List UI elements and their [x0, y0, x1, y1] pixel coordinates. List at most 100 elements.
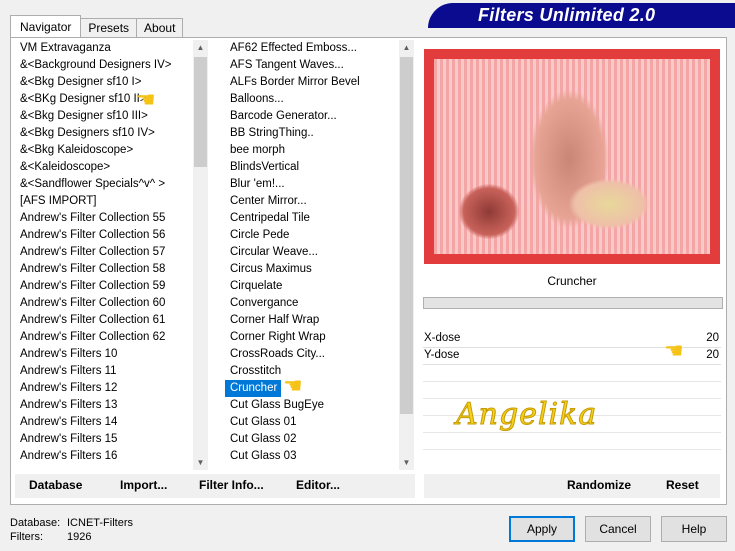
apply-button[interactable]: Apply [509, 516, 575, 542]
list-item[interactable]: Andrew's Filters 16 [15, 448, 193, 465]
list-item[interactable]: Balloons... [225, 91, 399, 108]
tab-presets[interactable]: Presets [80, 18, 138, 38]
preview-image[interactable] [424, 49, 720, 264]
randomize-button[interactable]: Randomize [567, 478, 631, 492]
list-item[interactable]: BB StringThing.. [225, 125, 399, 142]
tab-navigator[interactable]: Navigator [10, 15, 82, 38]
scroll-up-arrow-icon[interactable]: ▲ [193, 40, 208, 55]
preview-flowers [459, 184, 519, 239]
status-filters: Filters: 1926 [10, 531, 91, 543]
list-item[interactable]: Cut Glass 03 [225, 448, 399, 465]
param-label: X-dose [424, 332, 461, 344]
status-database: Database: ICNET-Filters [10, 517, 133, 529]
list-item[interactable]: Andrew's Filters 13 [15, 397, 193, 414]
watermark-text: Angelika [455, 397, 598, 433]
list-item[interactable]: Barcode Generator... [225, 108, 399, 125]
param-divider [423, 381, 721, 382]
list-item[interactable]: Andrew's Filter Collection 62 [15, 329, 193, 346]
list-item[interactable]: Andrew's Filter Collection 57 [15, 244, 193, 261]
list-item[interactable]: CrossRoads City... [225, 346, 399, 363]
list-item[interactable]: Andrew's Filter Collection 59 [15, 278, 193, 295]
hand-pointer-icon: ☚ [136, 87, 156, 112]
list-item[interactable]: VM Extravaganza [15, 40, 193, 57]
scroll-down-arrow-icon[interactable]: ▼ [193, 455, 208, 470]
list-item[interactable]: Centripedal Tile [225, 210, 399, 227]
list-item[interactable]: &<Bkg Kaleidoscope> [15, 142, 193, 159]
scroll-up-arrow-icon[interactable]: ▲ [399, 40, 414, 55]
list-item[interactable]: BlindsVertical [225, 159, 399, 176]
filter-list[interactable]: AF62 Effected Emboss... AFS Tangent Waves… [225, 40, 399, 470]
category-list-scrollbar[interactable]: ▲ ▼ [193, 40, 208, 470]
status-database-value: ICNET-Filters [67, 517, 133, 529]
list-item[interactable]: Circle Pede [225, 227, 399, 244]
list-item[interactable]: Andrew's Filter Collection 55 [15, 210, 193, 227]
param-divider [423, 432, 721, 433]
navigator-button-bar: Database Import... Filter Info... Editor… [15, 474, 415, 498]
list-item[interactable]: Blur 'em!... [225, 176, 399, 193]
list-item[interactable]: Andrew's Filter Collection 60 [15, 295, 193, 312]
database-button[interactable]: Database [29, 478, 82, 492]
cancel-button[interactable]: Cancel [585, 516, 651, 542]
scroll-down-arrow-icon[interactable]: ▼ [399, 455, 414, 470]
list-item[interactable]: &<BKg Designer sf10 II> [15, 91, 193, 108]
app-title: Filters Unlimited 2.0 [478, 5, 656, 25]
param-value: 20 [706, 332, 719, 344]
hand-pointer-icon: ☚ [664, 338, 684, 363]
editor-button[interactable]: Editor... [296, 478, 340, 492]
preview-button-bar: Randomize Reset [424, 474, 720, 498]
filter-info-button[interactable]: Filter Info... [199, 478, 264, 492]
help-button[interactable]: Help [661, 516, 727, 542]
list-item[interactable]: Circus Maximus [225, 261, 399, 278]
scroll-thumb[interactable] [194, 57, 207, 167]
list-item[interactable]: Cut Glass BugEye [225, 397, 399, 414]
list-item-row: Cruncher [225, 380, 399, 397]
status-database-label: Database: [10, 517, 61, 529]
list-item[interactable]: Cruncher [225, 380, 282, 397]
hand-pointer-icon: ☚ [283, 373, 303, 398]
param-value: 20 [706, 349, 719, 361]
preview-inner [434, 59, 710, 254]
list-item[interactable]: Andrew's Filter Collection 56 [15, 227, 193, 244]
list-item[interactable]: Andrew's Filters 10 [15, 346, 193, 363]
list-item[interactable]: Andrew's Filters 11 [15, 363, 193, 380]
list-item[interactable]: Andrew's Filter Collection 61 [15, 312, 193, 329]
list-item[interactable]: Center Mirror... [225, 193, 399, 210]
tab-bar: Navigator Presets About [10, 15, 184, 38]
list-item[interactable]: &<Bkg Designer sf10 I> [15, 74, 193, 91]
list-item[interactable]: Andrew's Filters 12 [15, 380, 193, 397]
reset-button[interactable]: Reset [666, 478, 699, 492]
selected-filter-name: Cruncher [547, 274, 597, 288]
list-item[interactable]: Andrew's Filter Collection 58 [15, 261, 193, 278]
list-item[interactable]: Convergance [225, 295, 399, 312]
list-item[interactable]: &<Bkg Designers sf10 IV> [15, 125, 193, 142]
list-item[interactable]: &<Sandflower Specials^v^ > [15, 176, 193, 193]
list-item[interactable]: Andrew's Filters 15 [15, 431, 193, 448]
list-item[interactable]: &<Background Designers IV> [15, 57, 193, 74]
list-item[interactable]: Crosstitch [225, 363, 399, 380]
param-label: Y-dose [424, 349, 460, 361]
list-item[interactable]: AFS Tangent Waves... [225, 57, 399, 74]
filter-list-scrollbar[interactable]: ▲ ▼ [399, 40, 414, 470]
list-item[interactable]: AF62 Effected Emboss... [225, 40, 399, 57]
status-filters-label: Filters: [10, 531, 43, 543]
scroll-thumb[interactable] [400, 57, 413, 414]
param-divider [423, 449, 721, 450]
status-filters-value: 1926 [67, 531, 92, 543]
list-item[interactable]: Corner Right Wrap [225, 329, 399, 346]
list-item[interactable]: Corner Half Wrap [225, 312, 399, 329]
import-button[interactable]: Import... [120, 478, 167, 492]
list-item[interactable]: Andrew's Filters 14 [15, 414, 193, 431]
control-slider[interactable] [423, 297, 723, 309]
category-list[interactable]: VM Extravaganza &<Background Designers IV… [15, 40, 193, 470]
list-item[interactable]: bee morph [225, 142, 399, 159]
list-item[interactable]: Circular Weave... [225, 244, 399, 261]
list-item[interactable]: [AFS IMPORT] [15, 193, 193, 210]
preview-gifts [569, 179, 649, 229]
list-item[interactable]: &<Kaleidoscope> [15, 159, 193, 176]
list-item[interactable]: Cut Glass 02 [225, 431, 399, 448]
list-item[interactable]: ALFs Border Mirror Bevel [225, 74, 399, 91]
tab-about[interactable]: About [136, 18, 184, 38]
list-item[interactable]: Cut Glass 01 [225, 414, 399, 431]
list-item[interactable]: &<Bkg Designer sf10 III> [15, 108, 193, 125]
list-item[interactable]: Cirquelate [225, 278, 399, 295]
